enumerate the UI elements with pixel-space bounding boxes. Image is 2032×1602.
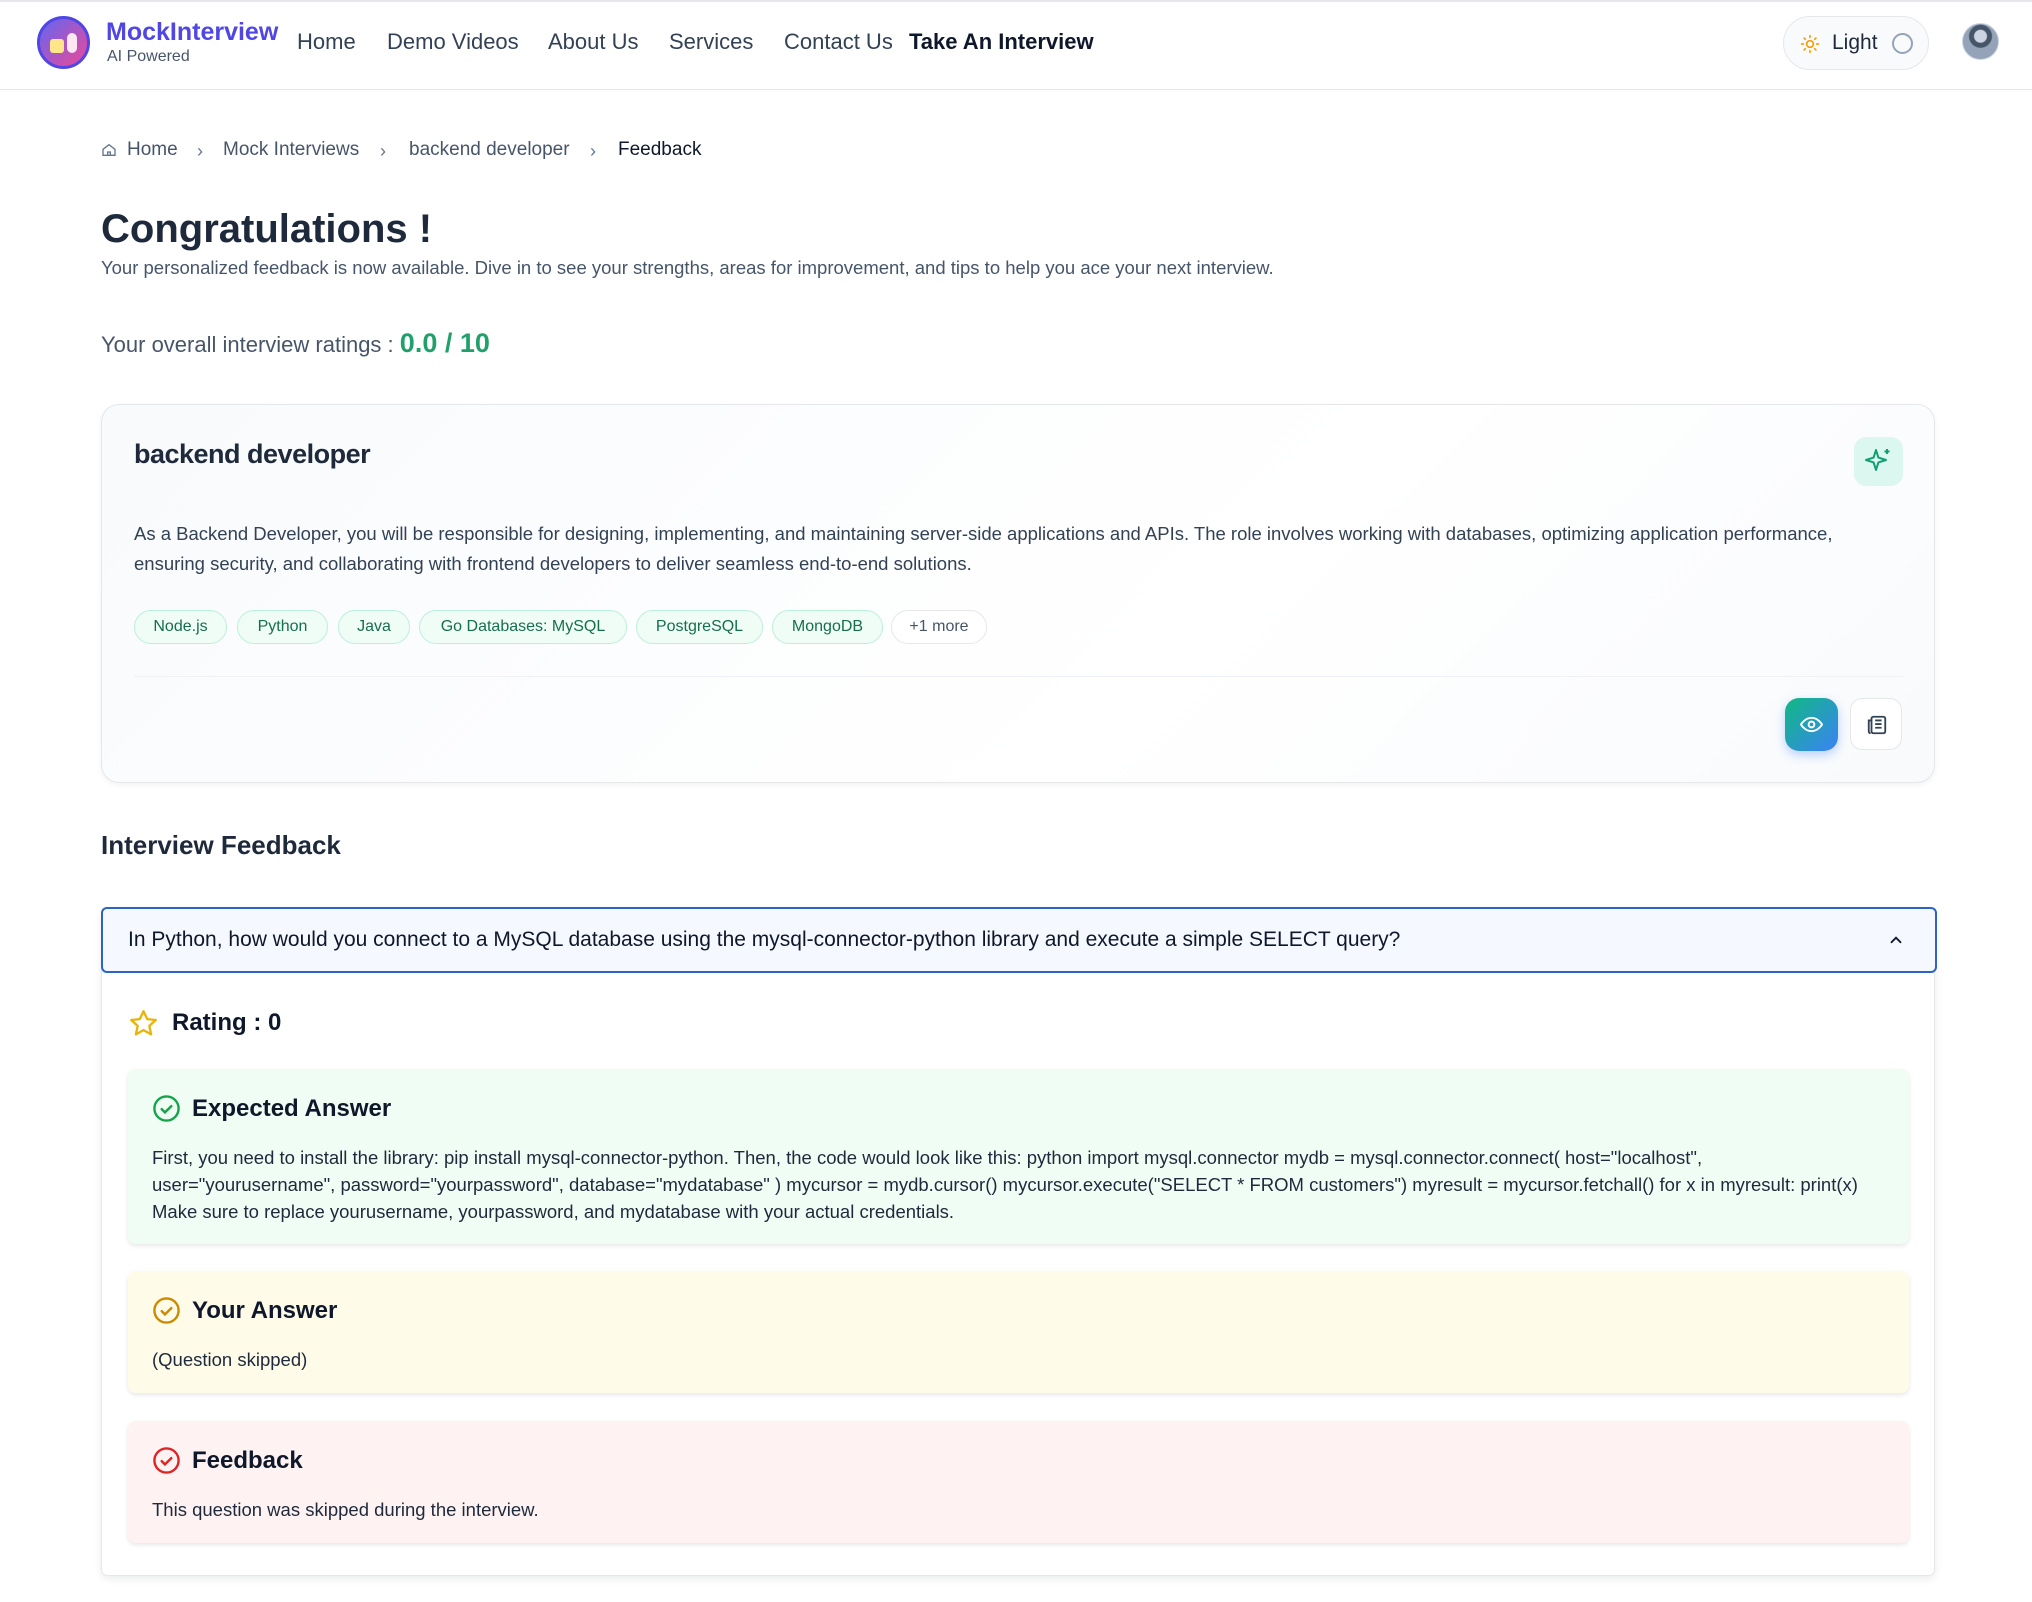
tag-java: Java (338, 610, 410, 644)
feedback-report-button[interactable] (1850, 698, 1902, 750)
check-circle-icon (153, 1095, 180, 1122)
nav-demo-videos[interactable]: Demo Videos (387, 29, 519, 55)
page-title: Congratulations ! (101, 207, 433, 251)
overall-rating-label: Your overall interview ratings : (101, 332, 394, 357)
feedback-title: Feedback (192, 1447, 303, 1474)
tag-python: Python (237, 610, 328, 644)
chevron-right-icon: › (590, 141, 596, 161)
tag-nodejs: Node.js (134, 610, 227, 644)
feedback-text: This question was skipped during the int… (152, 1499, 539, 1520)
brand-name[interactable]: MockInterview (106, 18, 278, 47)
nav-services[interactable]: Services (669, 29, 753, 55)
question-accordion: In Python, how would you connect to a My… (101, 907, 1937, 1576)
card-divider (134, 676, 1903, 677)
sun-icon (1800, 34, 1820, 54)
chevron-right-icon: › (197, 141, 203, 161)
palette-icon (1892, 33, 1913, 54)
tag-go-mysql: Go Databases: MySQL (419, 610, 627, 644)
expected-answer-panel: Expected Answer First, you need to insta… (128, 1069, 1909, 1244)
newspaper-icon (1867, 715, 1887, 735)
card-title: backend developer (134, 439, 371, 469)
logo-figure-left (50, 39, 64, 53)
your-answer-text: (Question skipped) (152, 1349, 308, 1370)
feedback-section-title: Interview Feedback (101, 830, 341, 860)
breadcrumb-mock-interviews[interactable]: Mock Interviews (223, 139, 359, 161)
theme-toggle-button[interactable]: Light (1783, 16, 1929, 70)
feedback-panel: Feedback This question was skipped durin… (128, 1421, 1909, 1543)
nav-contact-us[interactable]: Contact Us (784, 29, 893, 55)
home-icon (102, 143, 116, 156)
check-circle-icon (153, 1297, 180, 1324)
eye-icon (1800, 716, 1823, 733)
chevron-up-icon (1890, 936, 1902, 944)
your-answer-panel: Your Answer (Question skipped) (128, 1271, 1909, 1393)
overall-rating: Your overall interview ratings : 0.0 / 1… (101, 328, 490, 359)
logo-figure-right (67, 33, 77, 53)
theme-label: Light (1832, 31, 1878, 54)
logo-icon[interactable] (37, 16, 90, 69)
brand-tagline: AI Powered (107, 48, 190, 65)
user-avatar[interactable] (1962, 23, 1999, 60)
interview-card: backend developer As a Backend Developer… (101, 404, 1935, 783)
breadcrumb-home[interactable]: Home (127, 139, 178, 161)
question-header[interactable]: In Python, how would you connect to a My… (101, 907, 1937, 973)
page-subtitle: Your personalized feedback is now availa… (101, 257, 1274, 278)
expected-answer-text: First, you need to install the library: … (152, 1147, 1858, 1222)
card-description: As a Backend Developer, you will be resp… (134, 523, 1833, 574)
view-button[interactable] (1785, 698, 1838, 751)
nav-about-us[interactable]: About Us (548, 29, 639, 55)
nav-home[interactable]: Home (297, 29, 356, 55)
breadcrumb-backend-developer[interactable]: backend developer (409, 139, 570, 161)
your-answer-title: Your Answer (192, 1297, 338, 1324)
breadcrumb-feedback: Feedback (618, 139, 702, 160)
chevron-right-icon: › (380, 141, 386, 161)
expected-answer-title: Expected Answer (192, 1095, 392, 1122)
tag-postgresql: PostgreSQL (636, 610, 763, 644)
sparkle-icon[interactable] (1854, 437, 1903, 486)
question-text: In Python, how would you connect to a My… (128, 928, 1401, 951)
top-navigation: MockInterview AI Powered Home Demo Video… (0, 0, 2032, 90)
check-circle-icon (153, 1447, 180, 1474)
star-icon (130, 1010, 157, 1036)
overall-rating-value: 0.0 / 10 (399, 328, 490, 358)
tag-more[interactable]: +1 more (891, 610, 987, 644)
tag-mongodb: MongoDB (772, 610, 883, 644)
question-rating: Rating : 0 (172, 1009, 282, 1036)
nav-take-interview[interactable]: Take An Interview (909, 29, 1094, 55)
